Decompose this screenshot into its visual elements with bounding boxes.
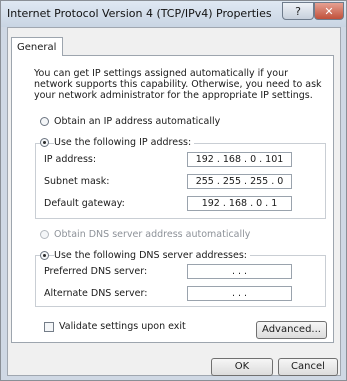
use-ip-manual-label[interactable]: Use the following IP address: (54, 137, 195, 148)
default-gateway-field[interactable]: 192 . 168 . 0 . 1 (187, 196, 292, 211)
help-button[interactable]: ? (282, 2, 314, 20)
cancel-button[interactable]: Cancel (278, 358, 338, 376)
preferred-dns-label: Preferred DNS server: (44, 266, 148, 277)
ip-address-label: IP address: (44, 154, 97, 165)
validate-settings-checkbox[interactable] (44, 322, 54, 332)
window-title: Internet Protocol Version 4 (TCP/IPv4) P… (7, 7, 272, 20)
description-text: You can get IP settings assigned automat… (34, 68, 322, 101)
help-icon: ? (295, 4, 301, 18)
close-icon: ✕ (324, 4, 334, 18)
default-gateway-label: Default gateway: (44, 198, 125, 209)
use-ip-manual-radio[interactable] (40, 138, 49, 147)
obtain-dns-auto-radio[interactable] (40, 230, 49, 239)
ip-address-field[interactable]: 192 . 168 . 0 . 101 (187, 152, 292, 167)
validate-settings-label[interactable]: Validate settings upon exit (59, 321, 186, 332)
subnet-mask-label: Subnet mask: (44, 176, 110, 187)
tab-general[interactable]: General (11, 37, 63, 56)
advanced-button[interactable]: Advanced... (256, 321, 327, 339)
use-dns-manual-radio[interactable] (40, 251, 49, 260)
use-dns-manual-label[interactable]: Use the following DNS server addresses: (54, 250, 250, 261)
obtain-ip-auto-label[interactable]: Obtain an IP address automatically (54, 116, 220, 127)
ok-button[interactable]: OK (211, 358, 273, 376)
obtain-ip-auto-radio[interactable] (40, 117, 49, 126)
close-button[interactable]: ✕ (314, 2, 344, 20)
subnet-mask-field[interactable]: 255 . 255 . 255 . 0 (187, 174, 292, 189)
title-bar[interactable]: Internet Protocol Version 4 (TCP/IPv4) P… (1, 1, 346, 27)
preferred-dns-field[interactable]: . . . (187, 264, 292, 279)
alternate-dns-label: Alternate DNS server: (44, 288, 148, 299)
obtain-dns-auto-label[interactable]: Obtain DNS server address automatically (54, 229, 250, 240)
alternate-dns-field[interactable]: . . . (187, 286, 292, 301)
